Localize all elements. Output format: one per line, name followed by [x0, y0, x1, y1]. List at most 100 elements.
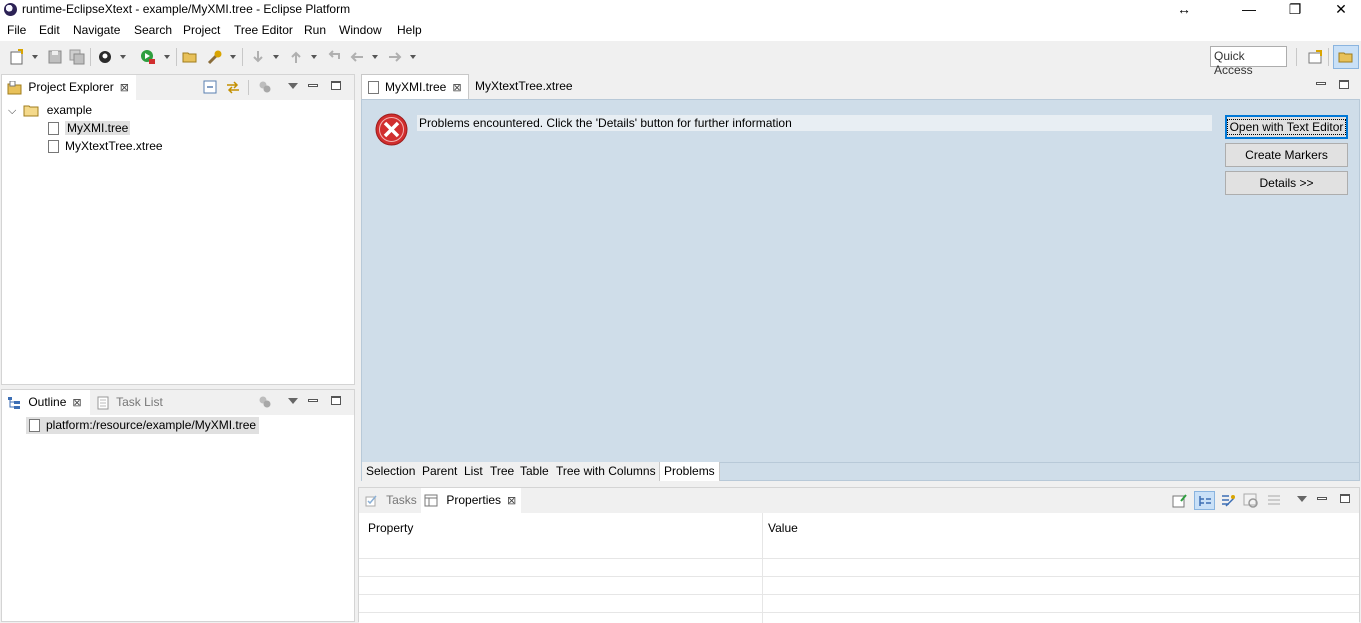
tree-file-icon	[368, 81, 379, 95]
column-header-property[interactable]: Property	[368, 521, 413, 535]
column-divider[interactable]	[762, 513, 763, 623]
error-message: Problems encountered. Click the 'Details…	[417, 115, 1212, 131]
minimize-editor-button[interactable]	[1316, 82, 1326, 85]
debug-icon[interactable]	[97, 49, 113, 65]
filter-icon[interactable]	[258, 395, 272, 409]
menu-project[interactable]: Project	[183, 23, 220, 37]
tab-editor-myxmi[interactable]: MyXMI.tree ⊠	[361, 74, 469, 99]
editor-tab-label: MyXMI.tree	[385, 80, 447, 94]
maximize-view-button[interactable]	[331, 396, 341, 405]
view-menu-icon[interactable]	[288, 83, 298, 89]
save-icon[interactable]	[47, 49, 63, 65]
pin-icon[interactable]	[1172, 494, 1188, 508]
page-tab-tree-with-columns[interactable]: Tree with Columns	[552, 462, 661, 481]
minimize-view-button[interactable]	[308, 399, 318, 402]
page-tab-list[interactable]: List	[460, 462, 488, 481]
run-icon[interactable]	[140, 49, 156, 65]
tab-tasks-label: Tasks	[386, 493, 417, 507]
menu-search[interactable]: Search	[134, 23, 172, 37]
table-row-line	[359, 576, 1359, 577]
view-menu-icon[interactable]	[1297, 496, 1307, 502]
new-icon[interactable]	[9, 49, 25, 65]
minimize-view-button[interactable]	[1317, 497, 1327, 500]
run-dropdown-icon[interactable]	[164, 55, 170, 59]
view-menu-icon[interactable]	[288, 398, 298, 404]
tab-project-explorer[interactable]: Project Explorer ⊠	[2, 75, 136, 100]
prev-annotation-dropdown-icon[interactable]	[311, 55, 317, 59]
expand-chevron-icon[interactable]: ⌵	[8, 103, 20, 120]
resource-file-icon	[29, 419, 40, 433]
minimize-view-button[interactable]	[308, 84, 318, 87]
close-icon[interactable]: ⊠	[72, 397, 81, 409]
file-label: MyXtextTree.xtree	[65, 139, 163, 153]
page-tab-problems[interactable]: Problems	[659, 462, 720, 481]
debug-dropdown-icon[interactable]	[120, 55, 126, 59]
next-annotation-icon[interactable]	[250, 49, 266, 65]
menu-help[interactable]: Help	[397, 23, 422, 37]
show-advanced-icon[interactable]	[1220, 493, 1236, 509]
last-edit-icon[interactable]	[326, 49, 342, 65]
build-dropdown-icon[interactable]	[230, 55, 236, 59]
tree-item-file[interactable]: MyXMI.tree	[48, 120, 131, 137]
resize-icon[interactable]: ↔	[1161, 0, 1207, 20]
column-header-value[interactable]: Value	[768, 521, 798, 535]
details-button[interactable]: Details >>	[1225, 171, 1348, 195]
forward-dropdown-icon[interactable]	[410, 55, 416, 59]
tab-properties-label: Properties	[446, 493, 502, 507]
file-label: MyXMI.tree	[65, 121, 131, 135]
back-dropdown-icon[interactable]	[372, 55, 378, 59]
restore-button[interactable]: ❐	[1272, 0, 1318, 20]
next-annotation-dropdown-icon[interactable]	[273, 55, 279, 59]
tree-file-icon	[48, 122, 59, 136]
tab-properties[interactable]: Properties ⊠	[421, 488, 521, 513]
tree-item-file[interactable]: MyXtextTree.xtree	[48, 138, 163, 155]
resource-perspective-button[interactable]	[1333, 45, 1359, 69]
save-all-icon[interactable]	[69, 49, 85, 65]
tree-item-folder-example[interactable]: ⌵ example	[8, 102, 92, 119]
collapse-all-icon[interactable]	[203, 80, 217, 94]
open-with-text-editor-button[interactable]: Open with Text Editor	[1225, 115, 1348, 139]
maximize-view-button[interactable]	[331, 81, 341, 90]
tab-task-list[interactable]: Task List	[97, 390, 177, 415]
open-perspective-icon[interactable]	[1307, 49, 1323, 65]
page-tab-table[interactable]: Table	[516, 462, 554, 481]
menu-file[interactable]: File	[7, 23, 26, 37]
tab-tasks[interactable]: Tasks	[365, 488, 421, 513]
quick-access-input[interactable]: Quick Access	[1210, 46, 1287, 77]
editor-tabstrip: MyXMI.tree ⊠ MyXtextTree.xtree	[361, 74, 1360, 99]
outline-item[interactable]: platform:/resource/example/MyXMI.tree	[26, 417, 260, 434]
create-markers-button[interactable]: Create Markers	[1225, 143, 1348, 167]
tab-outline[interactable]: Outline ⊠	[2, 390, 90, 415]
filter-properties-icon[interactable]	[1266, 493, 1282, 509]
tab-editor-myxtexttree[interactable]: MyXtextTree.xtree	[475, 74, 585, 99]
page-tab-parent[interactable]: Parent	[418, 462, 463, 481]
back-icon[interactable]	[349, 49, 365, 65]
toolbar-separator	[1328, 48, 1329, 66]
panel-toolbar-separator	[248, 80, 249, 95]
maximize-view-button[interactable]	[1340, 494, 1350, 503]
link-with-editor-icon[interactable]	[225, 79, 241, 95]
prev-annotation-icon[interactable]	[288, 49, 304, 65]
minimize-button[interactable]: —	[1226, 0, 1272, 20]
filter-icon[interactable]	[258, 80, 272, 94]
close-icon[interactable]: ⊠	[507, 495, 516, 507]
menu-run[interactable]: Run	[304, 23, 326, 37]
forward-icon[interactable]	[387, 49, 403, 65]
show-categories-button[interactable]	[1194, 491, 1215, 510]
project-explorer-tabstrip: Project Explorer ⊠	[2, 75, 354, 100]
new-dropdown-icon[interactable]	[32, 55, 38, 59]
project-explorer-panel: Project Explorer ⊠ ⌵ example MyXMI.tree M…	[1, 74, 355, 385]
page-tab-selection[interactable]: Selection	[362, 462, 421, 481]
close-button[interactable]: ✕	[1318, 0, 1361, 20]
page-tab-tree[interactable]: Tree	[486, 462, 520, 481]
close-icon[interactable]: ⊠	[120, 82, 129, 94]
open-folder-icon[interactable]	[182, 49, 198, 65]
menu-window[interactable]: Window	[339, 23, 382, 37]
menu-tree-editor[interactable]: Tree Editor	[234, 23, 293, 37]
maximize-editor-button[interactable]	[1339, 80, 1349, 89]
close-icon[interactable]: ⊠	[452, 82, 461, 94]
menu-navigate[interactable]: Navigate	[73, 23, 120, 37]
restore-default-icon[interactable]	[1243, 493, 1259, 509]
menu-edit[interactable]: Edit	[39, 23, 60, 37]
build-icon[interactable]	[207, 49, 223, 65]
